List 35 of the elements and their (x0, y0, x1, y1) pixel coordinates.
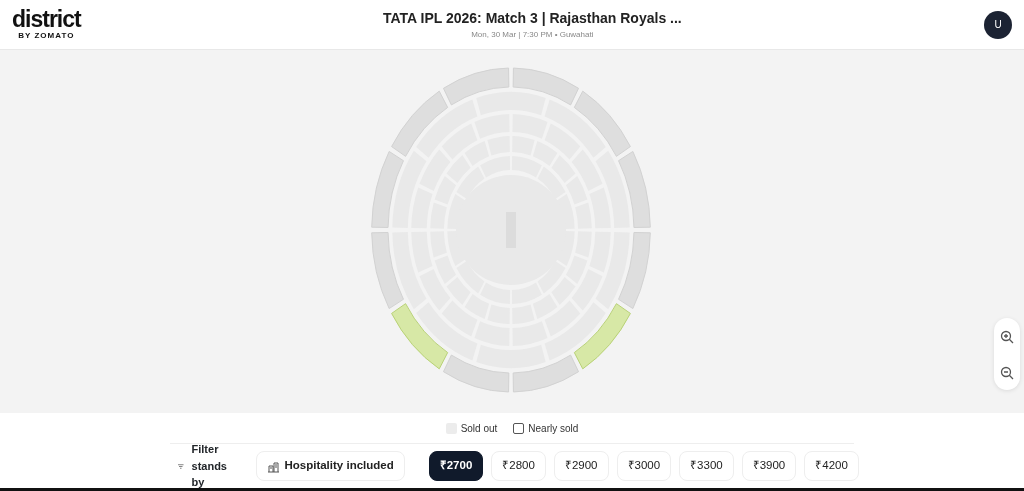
seating-section[interactable] (476, 92, 546, 116)
logo[interactable]: district (12, 7, 81, 30)
filter-icon (178, 461, 184, 471)
seating-section[interactable] (476, 344, 546, 368)
zoom-out-icon (1000, 365, 1014, 380)
stand[interactable] (371, 150, 404, 228)
stand[interactable] (371, 232, 404, 310)
legend-label: Nearly sold (528, 421, 579, 436)
building-icon (267, 459, 281, 473)
stand[interactable] (442, 67, 510, 106)
stand[interactable] (512, 354, 580, 393)
filter-label: Filter stands by (191, 442, 228, 491)
logo-tagline: BY ZOMATO (18, 29, 75, 42)
price-chip[interactable]: ₹2700 (428, 451, 484, 481)
price-chip[interactable]: ₹2900 (553, 451, 609, 481)
legend-label: Sold out (460, 421, 498, 436)
event-details: Mon, 30 Mar | 7:30 PM • Guwahati (471, 29, 594, 41)
price-chip[interactable]: ₹3000 (616, 451, 672, 481)
stand[interactable] (512, 67, 580, 106)
stand[interactable] (391, 90, 449, 157)
nearly-sold-swatch (513, 422, 525, 434)
price-chip[interactable]: ₹3900 (741, 451, 797, 481)
profile-avatar[interactable]: U (984, 10, 1012, 39)
stand[interactable] (618, 232, 651, 310)
price-chip[interactable]: ₹2800 (491, 451, 546, 481)
available-stand[interactable] (391, 303, 449, 370)
stand[interactable] (573, 90, 631, 157)
price-chip[interactable]: ₹4200 (804, 451, 859, 481)
price-chip[interactable]: ₹3300 (679, 451, 734, 481)
hospitality-filter-chip[interactable]: Hospitality included (256, 451, 405, 481)
stand[interactable] (618, 150, 651, 228)
zoom-in-icon (1000, 329, 1014, 344)
available-stand[interactable] (573, 303, 631, 370)
event-title: TATA IPL 2026: Match 3 | Rajasthan Royals ... (382, 9, 682, 28)
stand[interactable] (442, 354, 510, 393)
